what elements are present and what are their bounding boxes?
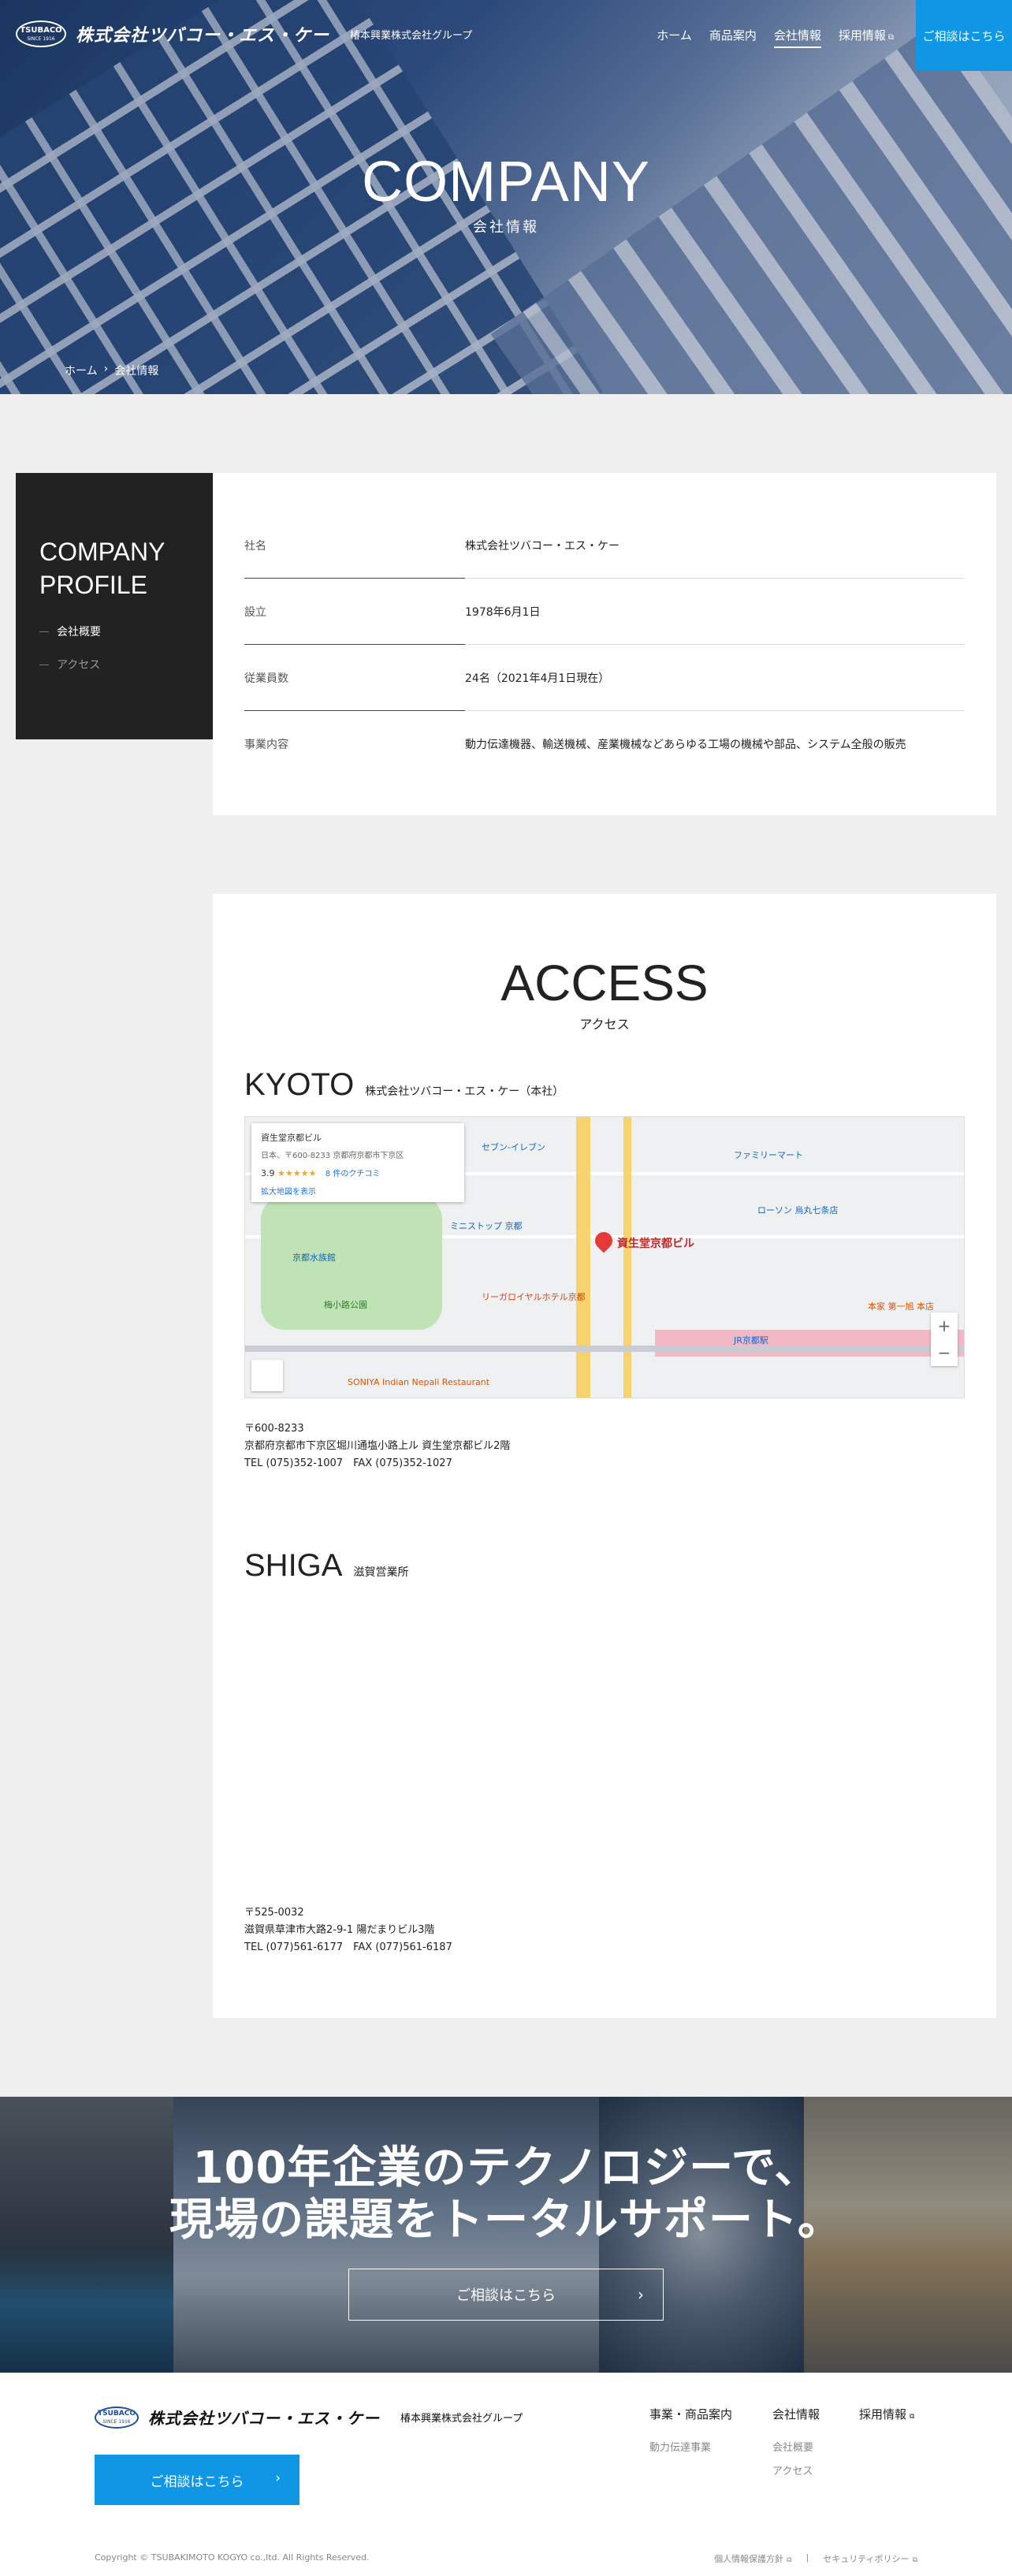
page-title-jp: 会社情報 (473, 219, 539, 236)
privacy-policy-link[interactable]: 個人情報保護方針 ⧉ (714, 2552, 791, 2565)
zoom-out-button[interactable]: − (938, 1343, 951, 1362)
kyoto-map[interactable]: ファミリーマート セブン-イレブン ローソン 烏丸七条店 梅小路公園 京都水族館… (244, 1116, 965, 1398)
shiga-address: 〒525-0032 滋賀県草津市大路2-9-1 陽だまりビル3階 TEL (07… (244, 1907, 452, 1953)
chevron-right-icon: › (638, 2285, 644, 2304)
profile-row: 事業内容 動力伝達機器、輸送機械、産業機械などあらゆる工場の機械や部品、システム… (244, 739, 906, 751)
access-heading: ACCESS アクセス (500, 955, 709, 1032)
hero-section: TSUBACO SINCE 1916 株式会社ツバコー・エス・ケー 椿本興業株式… (0, 0, 1012, 394)
kyoto-address: 〒600-8233 京都府京都市下京区堀川通塩小路上ル 資生堂京都ビル2階 TE… (244, 1423, 511, 1469)
copyright: Copyright © TSUBAKIMOTO KOGYO co.,ltd. A… (95, 2552, 370, 2563)
page-title: COMPANY 会社情報 (0, 150, 1012, 236)
map-pin-icon[interactable] (591, 1228, 616, 1253)
page-title-en: COMPANY (362, 151, 650, 214)
profile-row: 設立 1978年6月1日 (244, 579, 965, 645)
banner-headline: 100年企業のテクノロジーで、 現場の課題をトータルサポート。 (169, 2142, 843, 2246)
map-zoom-control: + − (931, 1312, 958, 1366)
footer-nav-products: 事業・商品案内 動力伝達事業 (649, 2407, 733, 2454)
profile-sidebar: COMPANY PROFILE 会社概要 アクセス (16, 473, 213, 739)
footer-nav-recruit[interactable]: 採用情報 ⧉ (859, 2406, 914, 2422)
tsubaco-logo-icon: TSUBACO SINCE 1916 (16, 20, 66, 47)
company-name: 株式会社ツバコー・エス・ケー (76, 26, 330, 46)
breadcrumb-home[interactable]: ホーム (65, 363, 98, 378)
external-link-icon: ⧉ (887, 33, 894, 42)
profile-row: 従業員数 24名（2021年4月1日現在） (244, 645, 965, 711)
access-section: ACCESS アクセス KYOTO 株式会社ツバコー・エス・ケー（本社） ファミ… (213, 894, 996, 2018)
map-info-card: 資生堂京都ビル 日本、〒600-8233 京都府京都市下京区 3.9 ★★★★★… (251, 1123, 464, 1202)
profile-row: 社名 株式会社ツバコー・エス・ケー (244, 512, 965, 579)
office-title-kyoto: KYOTO 株式会社ツバコー・エス・ケー（本社） (244, 1067, 564, 1102)
contact-button[interactable]: ご相談はこちら (916, 0, 1012, 71)
chevron-right-icon: › (275, 2470, 281, 2486)
security-policy-link[interactable]: セキュリティポリシー ⧉ (823, 2552, 917, 2565)
zoom-in-button[interactable]: + (938, 1316, 951, 1335)
main-nav: ホーム 商品案内 会社情報 採用情報 ⧉ (657, 27, 894, 48)
street-view-icon[interactable] (251, 1360, 283, 1391)
site-logo[interactable]: TSUBACO SINCE 1916 株式会社ツバコー・エス・ケー 椿本興業株式… (16, 20, 472, 47)
external-link-icon: ⧉ (912, 2556, 917, 2564)
nav-home[interactable]: ホーム (657, 27, 692, 48)
nav-recruit[interactable]: 採用情報 ⧉ (839, 27, 894, 48)
footer-nav-company: 会社情報 会社概要 アクセス (772, 2407, 820, 2477)
rating-stars-icon: ★★★★★ (277, 1168, 317, 1178)
group-label: 椿本興業株式会社グループ (350, 29, 473, 42)
banner-contact-button[interactable]: ご相談はこちら › (348, 2269, 664, 2321)
nav-products[interactable]: 商品案内 (709, 27, 757, 48)
company-profile-table: 社名 株式会社ツバコー・エス・ケー 設立 1978年6月1日 従業員数 24名（… (213, 473, 996, 815)
sidebar-link-overview[interactable]: 会社概要 (39, 624, 189, 639)
cta-banner: 100年企業のテクノロジーで、 現場の課題をトータルサポート。 ご相談はこちら › (0, 2097, 1012, 2373)
breadcrumb: ホーム › 会社情報 (65, 363, 158, 378)
chevron-right-icon: › (103, 363, 109, 375)
footer-contact-button[interactable]: ご相談はこちら › (95, 2455, 300, 2505)
external-link-icon: ⧉ (787, 2556, 792, 2564)
external-link-icon: ⧉ (910, 2413, 915, 2421)
reviews-link[interactable]: 8 件のクチコミ (326, 1170, 381, 1178)
nav-company[interactable]: 会社情報 (773, 27, 821, 48)
office-title-shiga: SHIGA 滋賀営業所 (244, 1548, 409, 1583)
site-footer: TSUBACO SINCE 1916 株式会社ツバコー・エス・ケー 椿本興業株式… (0, 2373, 1012, 2576)
tsubaco-logo-icon: TSUBACO SINCE 1916 (95, 2406, 139, 2429)
footer-bottom: Copyright © TSUBAKIMOTO KOGYO co.,ltd. A… (95, 2552, 917, 2565)
sidebar-title: COMPANY PROFILE (39, 538, 166, 599)
larger-map-link[interactable]: 拡大地図を表示 (261, 1185, 455, 1197)
breadcrumb-current: 会社情報 (114, 365, 159, 378)
sidebar-link-access[interactable]: アクセス (39, 657, 189, 672)
footer-logo[interactable]: TSUBACO SINCE 1916 株式会社ツバコー・エス・ケー 椿本興業株式… (95, 2406, 523, 2429)
